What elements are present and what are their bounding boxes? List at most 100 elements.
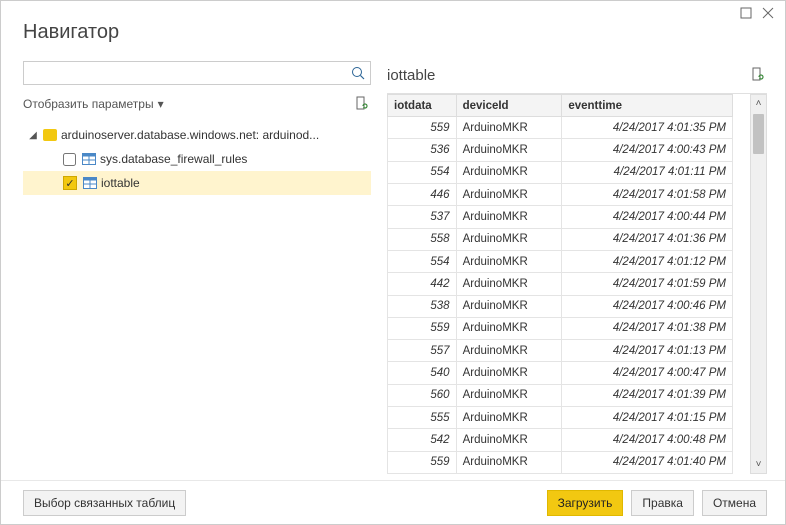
header-row: Навигатор — [1, 21, 785, 55]
checkbox-iottable[interactable]: ✓ — [63, 176, 77, 190]
col-header[interactable]: iotdata — [388, 95, 457, 117]
cell-iotdata: 554 — [388, 250, 457, 272]
cell-iotdata: 560 — [388, 384, 457, 406]
cell-eventtime: 4/24/2017 4:01:39 PM — [562, 384, 733, 406]
cell-iotdata: 442 — [388, 273, 457, 295]
col-header[interactable]: eventtime — [562, 95, 733, 117]
preview-header: iottable — [387, 61, 767, 89]
cell-eventtime: 4/24/2017 4:01:58 PM — [562, 183, 733, 205]
search-icon[interactable] — [346, 62, 370, 84]
preview-table: iotdata deviceId eventtime 559ArduinoMKR… — [387, 94, 733, 474]
chevron-down-icon: ▾ — [158, 97, 164, 111]
tree-node-firewall[interactable]: sys.database_firewall_rules — [23, 147, 371, 171]
cell-eventtime: 4/24/2017 4:01:11 PM — [562, 161, 733, 183]
table-row[interactable]: 559ArduinoMKR4/24/2017 4:01:38 PM — [388, 317, 733, 339]
table-row[interactable]: 446ArduinoMKR4/24/2017 4:01:58 PM — [388, 183, 733, 205]
edit-button[interactable]: Правка — [631, 490, 694, 516]
select-related-button[interactable]: Выбор связанных таблиц — [23, 490, 186, 516]
cell-iotdata: 540 — [388, 362, 457, 384]
cell-iotdata: 538 — [388, 295, 457, 317]
table-row[interactable]: 559ArduinoMKR4/24/2017 4:01:35 PM — [388, 117, 733, 139]
display-options[interactable]: Отобразить параметры ▾ — [23, 93, 371, 115]
table-row[interactable]: 542ArduinoMKR4/24/2017 4:00:48 PM — [388, 429, 733, 451]
table-icon — [82, 153, 96, 165]
cell-eventtime: 4/24/2017 4:01:40 PM — [562, 451, 733, 473]
cell-eventtime: 4/24/2017 4:01:15 PM — [562, 407, 733, 429]
vertical-scrollbar[interactable]: ˄ ˅ — [750, 94, 767, 474]
search-box[interactable] — [23, 61, 371, 85]
cell-iotdata: 557 — [388, 340, 457, 362]
cell-eventtime: 4/24/2017 4:00:44 PM — [562, 206, 733, 228]
table-row[interactable]: 540ArduinoMKR4/24/2017 4:00:47 PM — [388, 362, 733, 384]
cell-deviceid: ArduinoMKR — [456, 362, 562, 384]
checkbox-firewall[interactable] — [63, 153, 76, 166]
cell-eventtime: 4/24/2017 4:01:59 PM — [562, 273, 733, 295]
preview-scroll: iotdata deviceId eventtime 559ArduinoMKR… — [387, 93, 767, 474]
cancel-button[interactable]: Отмена — [702, 490, 767, 516]
cell-eventtime: 4/24/2017 4:01:38 PM — [562, 317, 733, 339]
table-row[interactable]: 442ArduinoMKR4/24/2017 4:01:59 PM — [388, 273, 733, 295]
tree-root-label: arduinoserver.database.windows.net: ardu… — [61, 128, 319, 142]
left-pane: Отобразить параметры ▾ ◢ arduinoserver.d… — [1, 55, 381, 480]
cell-deviceid: ArduinoMKR — [456, 384, 562, 406]
search-input[interactable] — [24, 64, 346, 82]
table-row[interactable]: 538ArduinoMKR4/24/2017 4:00:46 PM — [388, 295, 733, 317]
scrollbar-track[interactable] — [751, 112, 766, 456]
cell-iotdata: 536 — [388, 139, 457, 161]
cell-eventtime: 4/24/2017 4:00:48 PM — [562, 429, 733, 451]
close-button[interactable] — [759, 5, 777, 21]
load-button[interactable]: Загрузить — [547, 490, 624, 516]
table-row[interactable]: 558ArduinoMKR4/24/2017 4:01:36 PM — [388, 228, 733, 250]
maximize-icon — [740, 7, 752, 19]
maximize-button[interactable] — [737, 5, 755, 21]
cell-deviceid: ArduinoMKR — [456, 228, 562, 250]
table-row[interactable]: 536ArduinoMKR4/24/2017 4:00:43 PM — [388, 139, 733, 161]
refresh-preview-button[interactable] — [749, 66, 767, 84]
col-header[interactable]: deviceId — [456, 95, 562, 117]
scrollbar-thumb[interactable] — [753, 114, 764, 154]
tree-node-label: iottable — [101, 176, 140, 190]
cell-iotdata: 559 — [388, 117, 457, 139]
navigator-window: Навигатор Отобразить параметры ▾ ◢ — [0, 0, 786, 525]
cell-deviceid: ArduinoMKR — [456, 161, 562, 183]
main-area: Отобразить параметры ▾ ◢ arduinoserver.d… — [1, 55, 785, 480]
display-options-label: Отобразить параметры — [23, 97, 154, 111]
cell-deviceid: ArduinoMKR — [456, 250, 562, 272]
cell-deviceid: ArduinoMKR — [456, 317, 562, 339]
cell-iotdata: 559 — [388, 317, 457, 339]
cell-iotdata: 559 — [388, 451, 457, 473]
cell-eventtime: 4/24/2017 4:00:47 PM — [562, 362, 733, 384]
tree-node-label: sys.database_firewall_rules — [100, 152, 247, 166]
cell-eventtime: 4/24/2017 4:00:46 PM — [562, 295, 733, 317]
cell-deviceid: ArduinoMKR — [456, 183, 562, 205]
table-row[interactable]: 554ArduinoMKR4/24/2017 4:01:11 PM — [388, 161, 733, 183]
cell-iotdata: 542 — [388, 429, 457, 451]
table-row[interactable]: 560ArduinoMKR4/24/2017 4:01:39 PM — [388, 384, 733, 406]
cell-eventtime: 4/24/2017 4:01:13 PM — [562, 340, 733, 362]
table-row[interactable]: 554ArduinoMKR4/24/2017 4:01:12 PM — [388, 250, 733, 272]
footer: Выбор связанных таблиц Загрузить Правка … — [1, 480, 785, 524]
refresh-tree-button[interactable] — [353, 95, 371, 113]
nav-tree: ◢ arduinoserver.database.windows.net: ar… — [23, 123, 371, 195]
cell-deviceid: ArduinoMKR — [456, 295, 562, 317]
cell-deviceid: ArduinoMKR — [456, 273, 562, 295]
table-row[interactable]: 537ArduinoMKR4/24/2017 4:00:44 PM — [388, 206, 733, 228]
scroll-up-icon[interactable]: ˄ — [751, 95, 766, 112]
cell-deviceid: ArduinoMKR — [456, 340, 562, 362]
cell-deviceid: ArduinoMKR — [456, 451, 562, 473]
table-row[interactable]: 557ArduinoMKR4/24/2017 4:01:13 PM — [388, 340, 733, 362]
scroll-down-icon[interactable]: ˅ — [751, 456, 766, 473]
tree-node-iottable[interactable]: ✓ iottable — [23, 171, 371, 195]
window-title: Навигатор — [23, 21, 765, 44]
database-icon — [43, 129, 57, 141]
cell-deviceid: ArduinoMKR — [456, 407, 562, 429]
tree-root-node[interactable]: ◢ arduinoserver.database.windows.net: ar… — [23, 123, 371, 147]
table-row[interactable]: 555ArduinoMKR4/24/2017 4:01:15 PM — [388, 407, 733, 429]
collapse-icon[interactable]: ◢ — [27, 130, 39, 141]
cell-iotdata: 446 — [388, 183, 457, 205]
cell-deviceid: ArduinoMKR — [456, 206, 562, 228]
cell-deviceid: ArduinoMKR — [456, 429, 562, 451]
cell-iotdata: 537 — [388, 206, 457, 228]
cell-eventtime: 4/24/2017 4:00:43 PM — [562, 139, 733, 161]
table-row[interactable]: 559ArduinoMKR4/24/2017 4:01:40 PM — [388, 451, 733, 473]
